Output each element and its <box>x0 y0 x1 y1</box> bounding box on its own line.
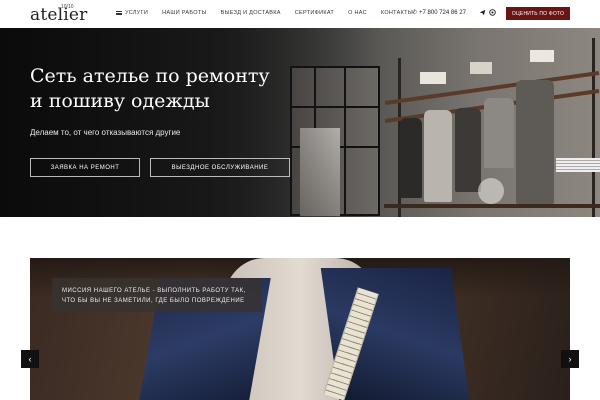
garment <box>516 80 554 204</box>
onsite-service-button[interactable]: Выездное обслуживание <box>150 158 290 177</box>
logo-sup: 10/10 <box>61 4 74 10</box>
nav-item-label: Сертификат <box>294 10 335 16</box>
hero-banner: Сеть ателье по ремонту и пошиву одежды Д… <box>0 28 600 217</box>
nav-item-label: О нас <box>348 10 367 16</box>
nav-item-certificate[interactable]: Сертификат <box>295 10 334 16</box>
hero-title-line1: Сеть ателье по ремонту <box>30 65 270 87</box>
phone-icon: ✆ <box>412 10 418 16</box>
shelf <box>384 204 600 208</box>
hero-subtitle: Делаем то, от чего отказываются другие <box>30 128 181 137</box>
nav-item-delivery[interactable]: Выезд и доставка <box>221 10 281 16</box>
chevron-left-icon: ‹ <box>28 354 32 364</box>
chevron-right-icon: › <box>568 354 572 364</box>
garment <box>455 108 481 192</box>
nav-item-label: Услуги <box>125 10 149 16</box>
hero-title-line2: и пошиву одежды <box>30 90 210 112</box>
nav-item-contacts[interactable]: Контакты <box>381 10 413 16</box>
repair-request-button[interactable]: Заявка на ремонт <box>30 158 140 177</box>
phone-link[interactable]: ✆ +7 800 724 86 27 <box>412 9 466 16</box>
nav-item-label: Контакты <box>380 10 413 16</box>
main-nav: Услуги Наши работы Выезд и доставка Серт… <box>116 10 427 16</box>
slider-prev-button[interactable]: ‹ <box>21 350 39 368</box>
phone-number: +7 800 724 86 27 <box>419 10 466 16</box>
logo-text: atelier <box>30 5 88 25</box>
repair-request-label: Заявка на ремонт <box>50 164 120 171</box>
slider-next-button[interactable]: › <box>561 350 579 368</box>
nav-item-label: Выезд и доставка <box>220 10 281 16</box>
whatsapp-icon[interactable] <box>489 9 496 18</box>
estimate-by-photo-button[interactable]: Оценить по фото <box>506 7 570 20</box>
folded-clothes <box>556 158 600 172</box>
hero-title: Сеть ателье по ремонту и пошиву одежды <box>30 64 310 114</box>
nav-item-services[interactable]: Услуги <box>116 10 148 16</box>
vase <box>478 178 504 204</box>
storage-box <box>420 72 446 84</box>
garment <box>400 118 422 198</box>
menu-icon <box>116 10 122 15</box>
nav-item-works[interactable]: Наши работы <box>162 10 207 16</box>
nav-item-label: Наши работы <box>162 10 207 16</box>
nav-item-about[interactable]: О нас <box>348 10 367 16</box>
storage-box <box>530 50 554 62</box>
site-header: atelier 10/10 Услуги Наши работы Выезд и… <box>0 0 600 28</box>
garment <box>424 110 452 202</box>
logo[interactable]: atelier <box>30 5 88 25</box>
telegram-icon[interactable] <box>479 9 486 18</box>
mission-caption-text: Миссия нашего ателье - выполнить работу … <box>62 288 246 304</box>
estimate-by-photo-label: Оценить по фото <box>511 10 565 17</box>
shelf-post <box>592 38 595 217</box>
hero-overlay <box>0 28 380 217</box>
onsite-service-label: Выездное обслуживание <box>171 164 269 171</box>
storage-box <box>470 62 492 74</box>
mission-caption: Миссия нашего ателье - выполнить работу … <box>52 278 262 312</box>
garment <box>484 98 514 168</box>
